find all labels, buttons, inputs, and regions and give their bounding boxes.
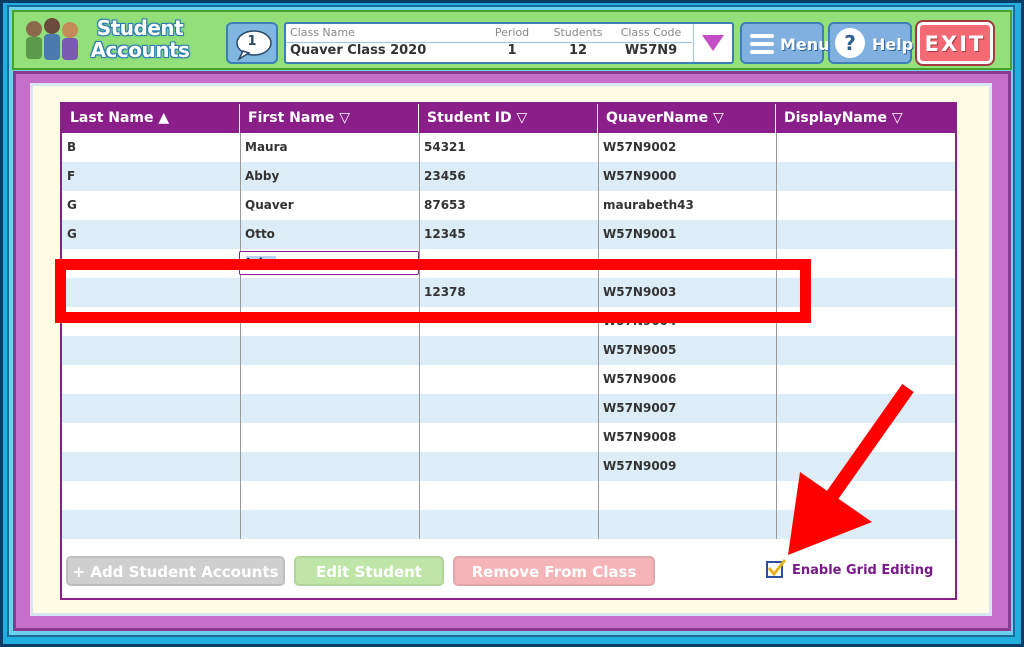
cell-first-name[interactable]: Otto: [240, 220, 419, 249]
column-quaver-name[interactable]: QuaverName ▽: [598, 104, 776, 133]
cell-display-name[interactable]: [776, 133, 955, 162]
cell-last-name[interactable]: [62, 336, 240, 365]
cell-quaver-name[interactable]: W57N9002: [598, 133, 776, 162]
cell-student-id[interactable]: 54321: [419, 133, 598, 162]
class-selector[interactable]: Class Name Quaver Class 2020 Period 1 St…: [284, 22, 734, 64]
cell-display-name[interactable]: [776, 162, 955, 191]
cell-first-name[interactable]: Abby: [240, 162, 419, 191]
hamburger-icon: [750, 34, 774, 58]
add-student-accounts-button[interactable]: + Add Student Accounts: [66, 556, 285, 586]
student-accounts-logo: Student Accounts: [20, 15, 190, 67]
cell-student-id[interactable]: [419, 423, 598, 452]
period-label: Period: [494, 26, 530, 39]
logo-title: Student Accounts: [90, 16, 190, 62]
cell-last-name[interactable]: G: [62, 220, 240, 249]
highlight-annotation-box: [55, 259, 811, 323]
cell-first-name[interactable]: [240, 510, 419, 539]
column-last-name[interactable]: Last Name ▲: [62, 104, 240, 133]
cell-student-id[interactable]: [419, 452, 598, 481]
cell-quaver-name[interactable]: W57N9008: [598, 423, 776, 452]
cell-student-id[interactable]: 87653: [419, 191, 598, 220]
cell-student-id[interactable]: [419, 365, 598, 394]
students-count: 12: [568, 43, 588, 58]
checkmark-icon: [767, 559, 787, 577]
cell-student-id[interactable]: [419, 394, 598, 423]
cell-last-name[interactable]: [62, 452, 240, 481]
class-dropdown-button[interactable]: [693, 24, 732, 62]
help-label: Help: [872, 35, 914, 54]
cell-last-name[interactable]: [62, 481, 240, 510]
grid-editing-label: Enable Grid Editing: [792, 563, 934, 578]
exit-button[interactable]: EXIT: [915, 20, 995, 66]
cell-display-name[interactable]: [776, 336, 955, 365]
column-display-name[interactable]: DisplayName ▽: [776, 104, 955, 133]
menu-label: Menu: [780, 35, 830, 54]
cell-last-name[interactable]: [62, 365, 240, 394]
cell-last-name[interactable]: G: [62, 191, 240, 220]
cell-first-name[interactable]: [240, 423, 419, 452]
cell-last-name[interactable]: [62, 423, 240, 452]
cell-student-id[interactable]: [419, 510, 598, 539]
cell-quaver-name[interactable]: W57N9000: [598, 162, 776, 191]
messages-button[interactable]: 1: [226, 22, 278, 64]
cell-first-name[interactable]: [240, 365, 419, 394]
students-illustration-icon: [26, 18, 78, 60]
cell-first-name[interactable]: [240, 452, 419, 481]
table-row[interactable]: G Quaver 87653 maurabeth43: [62, 191, 955, 220]
cell-student-id[interactable]: [419, 336, 598, 365]
cell-first-name[interactable]: Maura: [240, 133, 419, 162]
class-name-value: Quaver Class 2020: [290, 43, 427, 58]
cell-last-name[interactable]: [62, 510, 240, 539]
cell-student-id[interactable]: 23456: [419, 162, 598, 191]
class-code-label: Class Code: [620, 26, 682, 39]
cell-first-name[interactable]: [240, 394, 419, 423]
cell-student-id[interactable]: [419, 481, 598, 510]
cell-quaver-name[interactable]: W57N9007: [598, 394, 776, 423]
remove-from-class-button[interactable]: Remove From Class: [453, 556, 655, 586]
table-header: Last Name ▲ First Name ▽ Student ID ▽ Qu…: [62, 104, 955, 133]
cell-quaver-name[interactable]: W57N9005: [598, 336, 776, 365]
edit-student-button[interactable]: Edit Student: [294, 556, 444, 586]
column-student-id[interactable]: Student ID ▽: [419, 104, 598, 133]
class-code-value: W57N9: [624, 43, 678, 58]
help-button[interactable]: ? Help: [828, 22, 914, 64]
cell-last-name[interactable]: B: [62, 133, 240, 162]
red-arrow-annotation-icon: [788, 383, 914, 555]
cell-quaver-name[interactable]: W57N9009: [598, 452, 776, 481]
exit-label: EXIT: [924, 32, 986, 56]
question-mark-icon: ?: [835, 28, 865, 58]
cell-first-name[interactable]: [240, 336, 419, 365]
table-row[interactable]: B Maura 54321 W57N9002: [62, 133, 955, 162]
message-count: 1: [247, 34, 257, 49]
table-row[interactable]: F Abby 23456 W57N9000: [62, 162, 955, 191]
cell-quaver-name[interactable]: maurabeth43: [598, 191, 776, 220]
cell-display-name[interactable]: [776, 220, 955, 249]
table-row[interactable]: W57N9005: [62, 336, 955, 365]
grid-editing-checkbox[interactable]: [766, 559, 787, 578]
column-first-name[interactable]: First Name ▽: [240, 104, 419, 133]
cell-student-id[interactable]: 12345: [419, 220, 598, 249]
menu-button[interactable]: Menu: [740, 22, 830, 64]
cell-last-name[interactable]: F: [62, 162, 240, 191]
cell-quaver-name[interactable]: [598, 510, 776, 539]
cell-quaver-name[interactable]: W57N9006: [598, 365, 776, 394]
cell-quaver-name[interactable]: W57N9001: [598, 220, 776, 249]
students-label: Students: [553, 26, 603, 39]
cell-first-name[interactable]: [240, 481, 419, 510]
cell-first-name[interactable]: Quaver: [240, 191, 419, 220]
cell-display-name[interactable]: [776, 191, 955, 220]
cell-quaver-name[interactable]: [598, 481, 776, 510]
cell-last-name[interactable]: [62, 394, 240, 423]
class-name-label: Class Name: [290, 26, 355, 39]
triangle-down-icon: [702, 35, 724, 51]
period-value: 1: [507, 43, 517, 58]
table-row[interactable]: G Otto 12345 W57N9001: [62, 220, 955, 249]
